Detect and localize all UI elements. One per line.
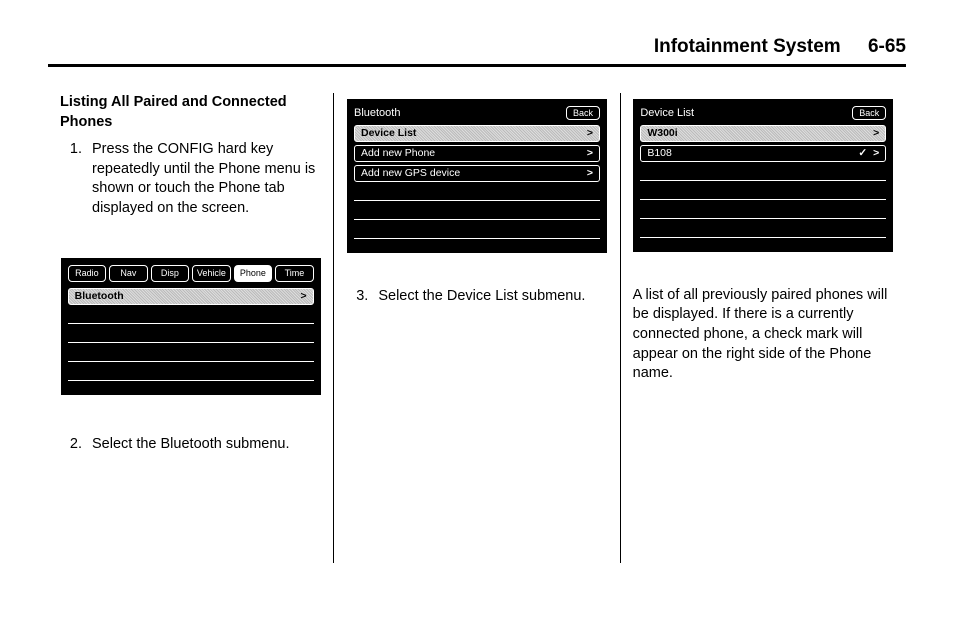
empty-row: [68, 346, 314, 362]
empty-row: [640, 165, 886, 181]
empty-row: [640, 203, 886, 219]
back-button[interactable]: Back: [566, 106, 600, 120]
title-bar: Device List Back: [640, 106, 886, 121]
check-arrow-icon: >: [858, 146, 879, 160]
menu-row[interactable]: Add new Phone >: [354, 145, 600, 162]
row-label: Device List: [361, 126, 416, 140]
steps-list-3: Select the Device List submenu.: [346, 287, 607, 307]
title-bar: Bluetooth Back: [354, 106, 600, 121]
empty-row: [354, 223, 600, 239]
steps-list: Press the CONFIG hard key repeatedly unt…: [60, 140, 321, 218]
back-button[interactable]: Back: [852, 106, 886, 120]
chevron-right-icon: >: [587, 166, 593, 180]
tab-disp[interactable]: Disp: [151, 265, 190, 281]
empty-row: [68, 308, 314, 324]
chevron-right-icon: >: [873, 126, 879, 140]
empty-row: [354, 204, 600, 220]
row-label: B108: [647, 146, 672, 160]
chevron-right-icon: >: [587, 146, 593, 160]
step-2: Select the Bluetooth submenu.: [86, 435, 321, 455]
page-number: 6-65: [868, 36, 906, 57]
menu-row[interactable]: Add new GPS device >: [354, 165, 600, 182]
menu-row[interactable]: W300i >: [640, 125, 886, 142]
content-columns: Listing All Paired and Connected Phones …: [48, 93, 906, 563]
page-header: Infotainment System 6-65: [48, 36, 906, 67]
column-1: Listing All Paired and Connected Phones …: [48, 93, 333, 563]
row-label: Bluetooth: [75, 289, 124, 303]
step-1: Press the CONFIG hard key repeatedly unt…: [86, 140, 321, 218]
chevron-right-icon: >: [587, 126, 593, 140]
chevron-right-icon: >: [301, 289, 307, 303]
menu-row[interactable]: B108 >: [640, 145, 886, 162]
empty-row: [68, 327, 314, 343]
header-title: Infotainment System: [654, 36, 841, 57]
tab-bar: RadioNavDispVehiclePhoneTime: [68, 265, 314, 281]
step-3: Select the Device List submenu.: [372, 287, 607, 307]
steps-list-cont: Select the Bluetooth submenu.: [60, 435, 321, 455]
screen-title: Bluetooth: [354, 106, 400, 121]
tab-radio[interactable]: Radio: [68, 265, 107, 281]
row-label: Add new GPS device: [361, 166, 460, 180]
menu-rows: Bluetooth >: [68, 288, 314, 381]
column-2: Bluetooth Back Device List>Add new Phone…: [333, 93, 619, 563]
screenshot-device-list: Device List Back W300i > B108 >: [633, 99, 893, 252]
empty-row: [68, 365, 314, 381]
tab-time[interactable]: Time: [275, 265, 314, 281]
row-label: Add new Phone: [361, 146, 435, 160]
tab-phone[interactable]: Phone: [234, 265, 273, 281]
tab-nav[interactable]: Nav: [109, 265, 148, 281]
empty-row: [640, 184, 886, 200]
empty-row: [354, 185, 600, 201]
menu-rows: Device List>Add new Phone>Add new GPS de…: [354, 125, 600, 239]
menu-rows: W300i > B108 >: [640, 125, 886, 238]
tab-vehicle[interactable]: Vehicle: [192, 265, 231, 281]
screenshot-bluetooth-menu: Bluetooth Back Device List>Add new Phone…: [347, 99, 607, 253]
screen-title: Device List: [640, 106, 694, 121]
empty-row: [640, 222, 886, 238]
menu-row[interactable]: Bluetooth >: [68, 288, 314, 305]
column-3: Device List Back W300i > B108 > A list of a…: [620, 93, 906, 563]
section-title: Listing All Paired and Connected Phones: [60, 93, 321, 132]
explanatory-text: A list of all previously paired phones w…: [633, 286, 894, 384]
menu-row[interactable]: Device List >: [354, 125, 600, 142]
screenshot-phone-menu: RadioNavDispVehiclePhoneTime Bluetooth >: [61, 258, 321, 394]
row-label: W300i: [647, 126, 677, 140]
